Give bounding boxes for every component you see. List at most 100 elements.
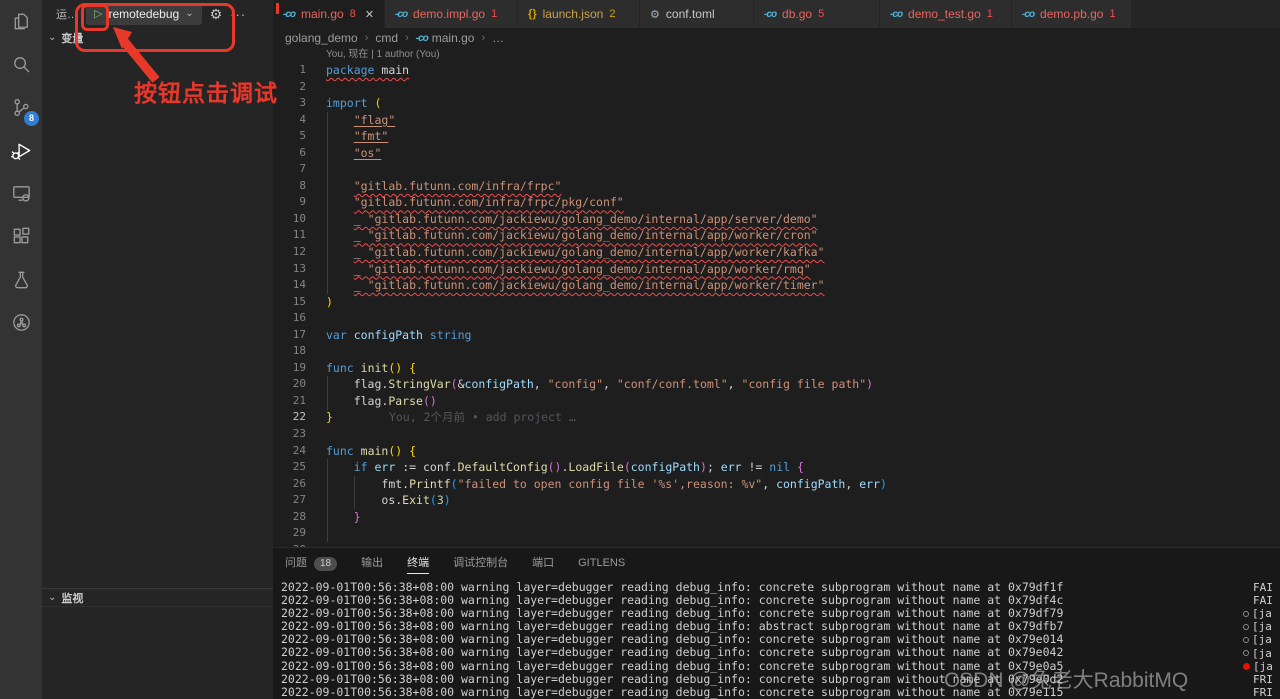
activity-item-extensions[interactable] (0, 215, 42, 258)
line-number: 23 (273, 426, 306, 443)
terminal-instance-row[interactable]: FRI (1243, 686, 1280, 699)
terminal-instance-row[interactable]: [ja (1243, 633, 1280, 646)
terminal-instance-label: FRI (1253, 686, 1273, 699)
code-line-27: 27 os.Exit(3) (273, 492, 1280, 509)
terminal-instance-row[interactable]: [ja (1243, 620, 1280, 633)
chevron-down-icon: ⌄ (48, 32, 56, 43)
breadcrumb-label: main.go (432, 31, 475, 45)
line-number: 13 (273, 261, 306, 278)
scm-changes-badge: 8 (24, 111, 39, 126)
code-line-8: 8 "gitlab.futunn.com/infra/frpc" (273, 178, 1280, 195)
tab-launch.json[interactable]: {}launch.json2 (518, 0, 640, 28)
panel-tab-输出[interactable]: 输出 (361, 548, 383, 579)
tab-demo.pb.go[interactable]: -codemo.pb.go1 (1012, 0, 1132, 28)
line-number: 9 (273, 194, 306, 211)
breadcrumb-label: … (492, 31, 504, 45)
line-number: 8 (273, 178, 306, 195)
code-text: "os" (273, 145, 1280, 162)
tab-conf.toml[interactable]: ⚙conf.toml (640, 0, 754, 28)
line-number: 24 (273, 443, 306, 460)
code-line-19: 19func init() { (273, 360, 1280, 377)
tab-demo_test.go[interactable]: -codemo_test.go1 (880, 0, 1012, 28)
tab-main.go[interactable]: -comain.go8✕ (273, 0, 385, 28)
panel-tab-问题[interactable]: 问题18 (285, 548, 337, 579)
panel-tab-终端[interactable]: 终端 (407, 548, 429, 579)
tab-problem-count: 1 (1109, 8, 1115, 20)
terminal-instance-row[interactable]: [ja (1243, 660, 1280, 673)
activity-bar: 8 (0, 0, 42, 699)
code-line-16: 16 (273, 310, 1280, 327)
code-text: }You, 2个月前 • add project … (273, 409, 1280, 426)
panel-tab-端口[interactable]: 端口 (532, 548, 554, 579)
code-line-17: 17var configPath string (273, 327, 1280, 344)
tab-demo.impl.go[interactable]: -codemo.impl.go1 (385, 0, 518, 28)
tab-db.go[interactable]: -codb.go5 (754, 0, 880, 28)
tab-label: main.go (301, 7, 344, 21)
code-text: flag.StringVar(&configPath, "config", "c… (273, 376, 1280, 393)
indent-guide (327, 112, 328, 294)
terminal-instance-row[interactable]: FAI (1243, 581, 1280, 594)
terminal-instance-row[interactable]: FAI (1243, 594, 1280, 607)
indent-guide (327, 376, 328, 409)
terminal-instance-row[interactable]: [ja (1243, 607, 1280, 620)
tab-label: conf.toml (666, 7, 715, 21)
code-line-2: 2 (273, 79, 1280, 96)
breadcrumb-item[interactable]: … (492, 31, 504, 45)
code-line-5: 5 "fmt" (273, 128, 1280, 145)
code-text: _ "gitlab.futunn.com/jackiewu/golang_dem… (273, 277, 1280, 294)
code-line-13: 13 _ "gitlab.futunn.com/jackiewu/golang_… (273, 261, 1280, 278)
code-editor[interactable]: You, 现在 | 1 author (You) 1package main23… (273, 48, 1280, 547)
indent-guide (327, 459, 328, 542)
tab-label: db.go (782, 7, 812, 21)
line-number: 21 (273, 393, 306, 410)
breadcrumb-item[interactable]: -co main.go (416, 31, 475, 45)
code-line-12: 12 _ "gitlab.futunn.com/jackiewu/golang_… (273, 244, 1280, 261)
close-icon[interactable]: ✕ (365, 8, 374, 21)
tab-label: demo_test.go (908, 7, 981, 21)
circle-outline-icon (1243, 650, 1249, 656)
activity-item-testing[interactable] (0, 258, 42, 301)
activity-item-search[interactable] (0, 43, 42, 86)
code-line-20: 20 flag.StringVar(&configPath, "config",… (273, 376, 1280, 393)
breadcrumb-item[interactable]: cmd (375, 31, 398, 45)
testing-icon (10, 268, 33, 291)
code-line-25: 25 if err := conf.DefaultConfig().LoadFi… (273, 459, 1280, 476)
activity-item-source-control[interactable]: 8 (0, 86, 42, 129)
breadcrumb-separator: › (405, 32, 409, 44)
code-text: if err := conf.DefaultConfig().LoadFile(… (273, 459, 1280, 476)
breadcrumb: golang_demo›cmd›-comain.go›… (273, 28, 1280, 48)
line-number: 28 (273, 509, 306, 526)
activity-item-explorer[interactable] (0, 0, 42, 43)
go-file-icon: -co (416, 33, 428, 44)
line-number: 25 (273, 459, 306, 476)
panel-tab-GITLENS[interactable]: GITLENS (578, 548, 625, 579)
activity-item-remote-explorer[interactable] (0, 172, 42, 215)
line-number: 17 (273, 327, 306, 344)
activity-item-run-and-debug[interactable] (0, 129, 42, 172)
active-tab-underline (407, 573, 429, 574)
code-text: _ "gitlab.futunn.com/jackiewu/golang_dem… (273, 244, 1280, 261)
tab-problem-count: 8 (350, 8, 356, 20)
code-text: fmt.Printf("failed to open config file '… (273, 476, 1280, 493)
error-dot-icon (1243, 663, 1250, 670)
line-number: 18 (273, 343, 306, 360)
panel-tab-label: 输出 (361, 548, 383, 579)
code-line-10: 10 _ "gitlab.futunn.com/jackiewu/golang_… (273, 211, 1280, 228)
editor-group: -co main.go 8 ✕ -codemo.impl.go1{}launch.jso… (273, 0, 1280, 699)
breadcrumb-item[interactable]: golang_demo (285, 31, 358, 45)
indent-guide (354, 476, 355, 509)
activity-item-references[interactable] (0, 301, 42, 344)
terminal-instance-label: [ja (1252, 647, 1272, 660)
panel-tab-label: 终端 (407, 548, 429, 579)
line-number: 5 (273, 128, 306, 145)
terminal-instance-row[interactable]: FRI (1243, 673, 1280, 686)
code-text: "gitlab.futunn.com/infra/frpc" (273, 178, 1280, 195)
terminal-instance-row[interactable]: [ja (1243, 646, 1280, 659)
tab-strip: -comain.go8✕-codemo.impl.go1{}launch.jso… (273, 0, 1280, 28)
panel-tab-label: 调试控制台 (453, 548, 508, 579)
code-line-26: 26 fmt.Printf("failed to open config fil… (273, 476, 1280, 493)
panel-tab-调试控制台[interactable]: 调试控制台 (453, 548, 508, 579)
line-number: 22 (273, 409, 306, 426)
line-number: 19 (273, 360, 306, 377)
watch-section-header[interactable]: ⌄ 监视 (42, 588, 273, 607)
